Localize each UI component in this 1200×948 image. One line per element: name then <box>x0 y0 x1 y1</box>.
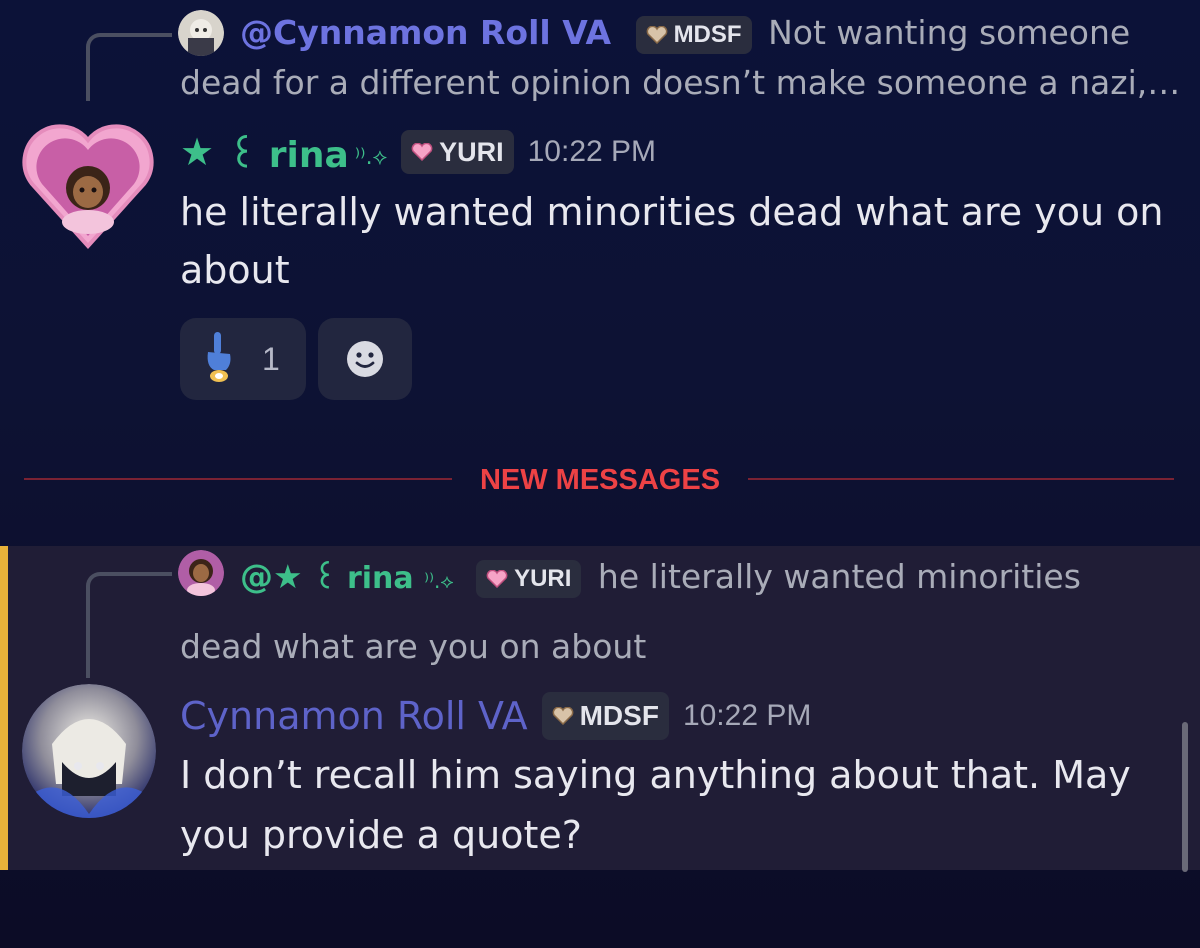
heart-icon <box>646 25 667 44</box>
badge-label: MDSF <box>579 700 659 731</box>
divider-label: NEW MESSAGES <box>479 464 721 496</box>
author-name[interactable]: Cynnamon Roll VA <box>180 694 528 738</box>
role-badge: MDSF <box>541 692 669 740</box>
divider-line-left <box>24 478 452 480</box>
badge-label: MDSF <box>673 20 742 48</box>
add-reaction-button[interactable] <box>318 318 412 400</box>
reply-preview-text: Not wanting someone <box>768 13 1131 52</box>
reply-avatar[interactable] <box>178 10 224 56</box>
reply-author-prefix[interactable]: @★ <box>240 557 303 596</box>
message-text-line1: I don’t recall him saying anything about… <box>180 753 1131 797</box>
badge-label: YURI <box>439 136 504 167</box>
author-name-suffix: ⁾⁾.⟡ <box>354 144 388 170</box>
timestamp: 10:22 PM <box>682 699 812 732</box>
user-avatar[interactable] <box>22 118 154 250</box>
reply-preview-line1[interactable]: @★ ꒰ rina ⁾⁾.⟡ YURI he literally wanted … <box>240 552 1081 606</box>
timestamp: 10:22 PM <box>527 135 657 168</box>
reply-preview-line2[interactable]: dead what are you on about <box>180 622 646 672</box>
reaction-count: 1 <box>262 340 280 377</box>
pointing-finger-emoji-icon <box>200 330 236 388</box>
smiley-add-reaction-icon <box>347 341 383 377</box>
message-header: ★ ꒰ rina ⁾⁾.⟡ YURI 10:22 PM <box>180 126 656 178</box>
reply-preview-line2[interactable]: dead for a different opinion doesn’t mak… <box>180 58 1180 108</box>
scrollbar[interactable] <box>1182 722 1188 872</box>
reply-preview-text: he literally wanted minorities <box>597 557 1081 596</box>
mention-highlight-bar <box>0 546 8 870</box>
role-badge: YURI <box>401 130 514 174</box>
reply-preview-line1[interactable]: @Cynnamon Roll VA MDSF Not wanting someo… <box>240 8 1130 58</box>
reply-avatar[interactable] <box>178 550 224 596</box>
role-badge: YURI <box>476 559 582 598</box>
reply-connector <box>86 33 172 101</box>
star-icon: ★ <box>180 130 215 174</box>
reaction-pointing-finger[interactable]: 1 <box>180 318 306 400</box>
divider-line-right <box>748 478 1174 480</box>
reply-author[interactable]: ꒰ rina <box>313 561 414 596</box>
heart-icon <box>411 143 433 161</box>
author-badge: MDSF <box>635 15 752 54</box>
author-name[interactable]: ꒰ rina <box>228 128 349 176</box>
message-header: Cynnamon Roll VA MDSF 10:22 PM <box>180 688 811 744</box>
reply-connector <box>86 572 172 678</box>
reply-author[interactable]: @Cynnamon Roll VA <box>240 13 611 52</box>
badge-label: YURI <box>514 564 572 592</box>
user-avatar[interactable] <box>22 684 156 818</box>
message-text-line1: he literally wanted minorities dead what… <box>180 190 1164 234</box>
reply-author-suffix: ⁾⁾.⟡ <box>424 569 454 593</box>
heart-icon <box>486 569 508 588</box>
message-text-line2: about <box>180 248 290 292</box>
message-text-line2: you provide a quote? <box>180 813 582 857</box>
heart-icon <box>552 707 573 725</box>
